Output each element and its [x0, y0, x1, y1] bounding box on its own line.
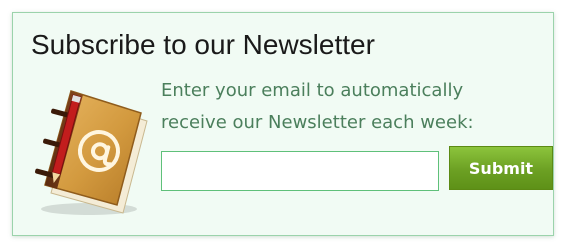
- address-book-icon: [35, 90, 148, 215]
- newsletter-panel: Subscribe to our Newsletter Enter your e…: [12, 12, 554, 236]
- description-line: Enter your email to automatically: [161, 80, 464, 101]
- description-line: receive our Newsletter each week:: [161, 112, 474, 133]
- email-input[interactable]: [161, 151, 439, 191]
- newsletter-title: Subscribe to our Newsletter: [31, 29, 375, 60]
- newsletter-description: Enter your email to automatically receiv…: [161, 75, 553, 139]
- submit-button[interactable]: Submit: [449, 146, 553, 190]
